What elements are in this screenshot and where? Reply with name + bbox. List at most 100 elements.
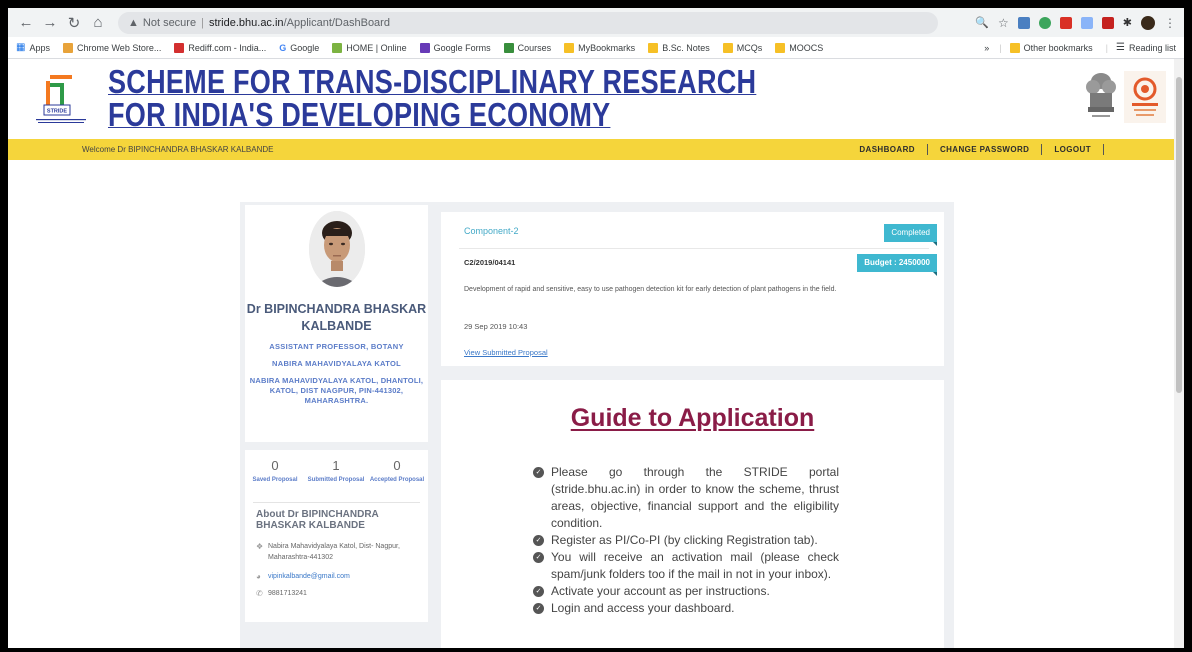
bookmark-mybookmarks[interactable]: MyBookmarks [564,42,636,53]
guide-item-text: Login and access your dashboard. [551,601,735,615]
bookmark-label: MyBookmarks [578,42,636,53]
bookmark-moocs[interactable]: MOOCS [775,42,824,53]
extension-icon-5[interactable] [1101,16,1114,29]
stat-saved-label: Saved Proposal [252,477,298,483]
bookmark-apps[interactable]: ▦ Apps [16,42,50,53]
home-icon[interactable]: ⌂ [88,13,108,33]
bookmark-label: Google [290,42,320,53]
bookmark-label: Other bookmarks [1023,42,1093,53]
bookmarks-divider: | [999,42,1002,53]
extension-icon-2[interactable] [1038,16,1051,29]
bookmark-bsc-notes[interactable]: B.Sc. Notes [648,42,710,53]
avatar [309,211,365,287]
nav-bar: Welcome Dr BIPINCHANDRA BHASKAR KALBANDE… [8,139,1174,160]
bookmark-rediff[interactable]: Rediff.com - India... [174,42,266,53]
about-email[interactable]: vipinkalbande@gmail.com [268,571,350,582]
view-proposal-link[interactable]: View Submitted Proposal [464,348,548,357]
bookmark-label: HOME | Online [346,42,407,53]
extension-icon-1[interactable] [1017,16,1030,29]
welcome-text: Welcome Dr BIPINCHANDRA BHASKAR KALBANDE [82,145,274,154]
scrollbar-thumb[interactable] [1176,77,1182,393]
security-label: Not secure [142,16,197,29]
nav-change-password-link[interactable]: CHANGE PASSWORD [928,144,1043,155]
star-icon[interactable]: ☆ [998,16,1009,30]
proposal-component: Component-2 [464,226,519,236]
rediff-icon [174,42,185,53]
nav-logout-link[interactable]: LOGOUT [1042,144,1104,155]
proposal-date: 29 Sep 2019 10:43 [464,322,528,331]
stat-saved[interactable]: 0 Saved Proposal [245,458,305,484]
folder-icon [722,42,733,53]
about-phone: 9881713241 [268,590,307,597]
forms-icon [419,42,430,53]
proposal-divider [459,248,929,249]
menu-dots-icon[interactable]: ⋮ [1164,16,1176,30]
page-scrollbar[interactable] [1174,59,1184,648]
proposal-budget-badge: Budget : 2450000 [857,254,937,276]
profile-designation: ASSISTANT PROFESSOR, BOTANY [269,342,404,351]
guide-item-text: Register as PI/Co-PI (by clicking Regist… [551,533,818,547]
bookmark-other[interactable]: Other bookmarks [1009,42,1093,53]
reading-list-icon: ☰ [1116,42,1125,53]
bookmark-label: MOOCS [789,42,824,53]
site-header: STRIDE SCHEME FOR TRANS-DISCIPLINARY RES… [8,59,1174,139]
stride-logo[interactable]: STRIDE [34,69,88,129]
about-title: About Dr BIPINCHANDRA BHASKAR KALBANDE [256,509,379,531]
bookmarks-overflow-button[interactable]: » [984,43,989,53]
nav-dashboard-link[interactable]: DASHBOARD [847,144,928,155]
email-icon: ◕ [256,572,261,581]
folder-icon [775,42,786,53]
check-circle-icon: ✓ [533,586,544,597]
stat-saved-count: 0 [271,458,279,473]
address-bar[interactable]: ▲ Not secure | stride.bhu.ac.in /Applica… [118,11,938,34]
profile-avatar-icon[interactable] [1141,15,1155,30]
stat-accepted[interactable]: 0 Accepted Proposal [367,458,427,484]
folder-icon [648,42,659,53]
proposal-id: C2/2019/04141 [464,258,516,267]
list-item: ✓ Activate your account as per instructio… [533,583,839,600]
location-icon: ❖ [256,542,264,551]
folder-icon [1009,42,1020,53]
check-circle-icon: ✓ [533,535,544,546]
bookmark-label: Google Forms [433,42,491,53]
zoom-icon[interactable]: 🔍 [975,16,989,29]
puzzle-icon[interactable]: ✱ [1123,16,1132,29]
bookmark-chrome-web-store[interactable]: Chrome Web Store... [62,42,161,53]
nav-links: DASHBOARD CHANGE PASSWORD LOGOUT [847,144,1104,155]
about-phone-row: ✆ 9881713241 [256,588,421,599]
stat-submitted[interactable]: 1 Submitted Proposal [306,458,366,484]
phone-icon: ✆ [256,589,263,598]
forward-icon[interactable]: → [40,13,60,33]
bookmark-home-online[interactable]: HOME | Online [332,42,407,53]
bookmark-reading-list[interactable]: ☰ Reading list [1116,42,1176,53]
warning-icon: ▲ [128,16,139,29]
bookmark-label: Courses [517,42,552,53]
bookmarks-right: » | Other bookmarks | ☰ Reading list [984,42,1176,53]
list-item: ✓ You will receive an activation mail (pl… [533,549,839,583]
stats-divider [253,502,420,503]
omnibox-separator: | [201,16,204,29]
guide-card: Guide to Application ✓ Please go through … [441,380,944,648]
bookmark-label: B.Sc. Notes [662,42,710,53]
stats-card: 0 Saved Proposal 1 Submitted Proposal 0 … [245,450,428,622]
bookmark-google-forms[interactable]: Google Forms [419,42,491,53]
proposal-status-badge: Completed [884,224,937,246]
profile-card: Dr BIPINCHANDRA BHASKAR KALBANDE ASSISTA… [245,205,428,442]
extension-icon-3[interactable] [1059,16,1072,29]
reload-icon[interactable]: ↻ [64,13,84,33]
extension-icon-4[interactable] [1080,16,1093,29]
site-title-line1: SCHEME FOR TRANS-DISCIPLINARY RESEARCH [108,63,757,100]
apps-grid-icon: ▦ [16,42,26,53]
bookmark-mcqs[interactable]: MCQs [722,42,762,53]
about-address-row: ❖ Nabira Mahavidyalaya Katol, Dist- Nagp… [256,541,421,563]
bookmark-courses[interactable]: Courses [503,42,552,53]
bookmark-google[interactable]: G Google [279,43,319,53]
google-icon: G [279,42,287,53]
back-icon[interactable]: ← [16,13,36,33]
profile-name: Dr BIPINCHANDRA BHASKAR KALBANDE [246,302,427,333]
courses-icon [503,42,514,53]
check-circle-icon: ✓ [533,467,544,478]
list-item: ✓ Please go through the STRIDE portal (st… [533,464,839,532]
stat-accepted-count: 0 [393,458,401,473]
home-online-icon [332,42,343,53]
